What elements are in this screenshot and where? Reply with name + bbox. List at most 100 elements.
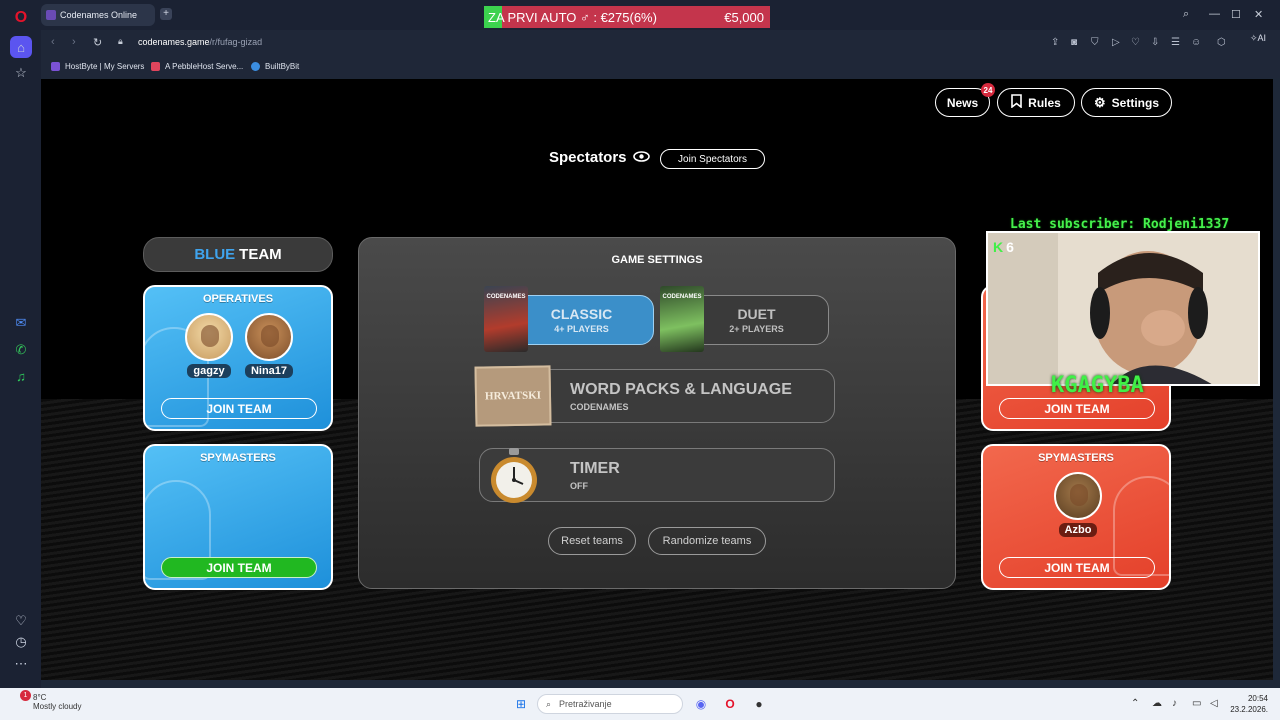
player-gagzy[interactable]: gagzy xyxy=(181,313,237,379)
url-path: /r/fufag-gizad xyxy=(209,37,263,47)
microphone-icon[interactable]: ♪ xyxy=(1172,698,1177,709)
opera-sidebar: O ⌂ ☆ ✉ ✆ ♫ ♡ ◷ ⋯ xyxy=(0,0,41,688)
bookmark-pebblehost[interactable]: A PebbleHost Serve... xyxy=(151,62,243,71)
streamer-tag-overlay: KGAGYBA xyxy=(1051,373,1144,398)
timer-title: TIMER xyxy=(570,460,620,477)
tab-codenames[interactable]: Codenames Online xyxy=(41,4,155,26)
spectators-heading: Spectators xyxy=(549,149,650,166)
windows-taskbar: 1 8°C Mostly cloudy ⊞ ⌕ Pretraživanje ◉ … xyxy=(0,688,1280,720)
rules-button[interactable]: Rules xyxy=(997,88,1075,117)
player-nina17[interactable]: Nina17 xyxy=(241,313,297,379)
temperature: 8°C xyxy=(33,693,47,702)
profile-icon[interactable]: ☺ xyxy=(1191,37,1201,48)
search-placeholder: Pretraživanje xyxy=(559,699,612,709)
blue-spymasters-join-button[interactable]: JOIN TEAM xyxy=(161,557,317,578)
duet-box-image: CODENAMES xyxy=(660,286,704,352)
system-clock[interactable]: 20:54 23.2.2026. xyxy=(1230,693,1268,715)
avatar xyxy=(185,313,233,361)
network-icon[interactable]: ▭ xyxy=(1192,698,1201,709)
news-button[interactable]: News 24 xyxy=(935,83,995,117)
opera-taskbar-icon[interactable]: O xyxy=(721,695,739,713)
reset-teams-button[interactable]: Reset teams xyxy=(548,527,636,555)
messenger-icon[interactable]: ✉ xyxy=(12,314,30,332)
volume-icon[interactable]: ◁ xyxy=(1210,698,1218,709)
home-icon[interactable]: ⌂ xyxy=(10,36,32,58)
camera-icon[interactable]: ◙ xyxy=(1071,37,1077,48)
aria-ai-button[interactable]: ✧AI xyxy=(1250,33,1266,44)
box-label: CODENAMES xyxy=(662,294,702,300)
word-packs-title: WORD PACKS & LANGUAGE xyxy=(570,381,792,398)
avatar xyxy=(1054,472,1102,520)
bookmark-label: BuiltByBit xyxy=(265,62,300,71)
minimize-icon[interactable]: — xyxy=(1209,8,1220,20)
tab-strip: Codenames Online + ZA PRVI AUTO ♂ : €275… xyxy=(41,0,1280,30)
mode-name: CLASSIC xyxy=(550,306,613,322)
taskbar-search[interactable]: ⌕ Pretraživanje xyxy=(537,694,683,714)
last-subscriber-overlay: Last subscriber: Rodjeni1337 xyxy=(1010,217,1230,232)
bookmark-hostbyte[interactable]: HostByte | My Servers xyxy=(51,62,144,71)
blue-spymasters-card: SPYMASTERS JOIN TEAM xyxy=(143,444,333,590)
search-tabs-icon[interactable]: ⌕ xyxy=(1183,8,1189,21)
k-counter-overlay: K6 xyxy=(993,239,1014,255)
mode-duet-button[interactable]: DUET 2+ PLAYERS xyxy=(684,295,829,345)
share-icon[interactable]: ⇪ xyxy=(1051,37,1059,48)
red-spymasters-title: SPYMASTERS xyxy=(1038,452,1114,464)
new-tab-button[interactable]: + xyxy=(160,8,172,20)
reload-icon[interactable]: ↻ xyxy=(93,36,102,49)
mode-name: DUET xyxy=(737,306,776,322)
game-settings-title: GAME SETTINGS xyxy=(611,254,703,266)
history-icon[interactable]: ◷ xyxy=(12,633,30,651)
url-field[interactable]: codenames.game/r/fufag-gizad xyxy=(138,37,262,47)
forward-icon[interactable]: › xyxy=(72,36,76,48)
discord-icon[interactable]: ◉ xyxy=(692,695,710,713)
whatsapp-icon[interactable]: ✆ xyxy=(12,341,30,359)
mode-players: 2+ PLAYERS xyxy=(729,324,784,334)
lock-icon: 🔒︎ xyxy=(118,36,123,46)
timer-status: OFF xyxy=(570,481,588,491)
spotify-icon[interactable]: ♫ xyxy=(12,367,30,385)
search-icon: ⌕ xyxy=(546,698,552,709)
shield-icon[interactable]: ⛉ xyxy=(1091,37,1099,48)
mode-classic-button[interactable]: CLASSIC 4+ PLAYERS xyxy=(509,295,654,345)
stopwatch-icon xyxy=(488,448,540,504)
red-operatives-join-button[interactable]: JOIN TEAM xyxy=(999,398,1155,419)
blue-team-header: BLUE TEAM xyxy=(143,237,333,272)
join-spectators-button[interactable]: Join Spectators xyxy=(660,149,765,169)
settings-button[interactable]: ⚙ Settings xyxy=(1081,88,1172,117)
spectators-label: Spectators xyxy=(549,149,627,166)
heart-icon[interactable]: ♡ xyxy=(1131,37,1140,48)
randomize-teams-button[interactable]: Randomize teams xyxy=(648,527,766,555)
clock-date: 23.2.2026. xyxy=(1230,705,1268,714)
weather-badge: 1 xyxy=(20,690,31,701)
bookmark-builtbybit[interactable]: BuiltByBit xyxy=(251,62,299,71)
red-spymasters-join-button[interactable]: JOIN TEAM xyxy=(999,557,1155,578)
extensions-icon[interactable]: ⬡ xyxy=(1217,37,1226,48)
promo-price: €5,000 xyxy=(724,9,764,25)
builtbybit-icon xyxy=(251,62,260,71)
more-icon[interactable]: ⋯ xyxy=(12,655,30,673)
player-azbo[interactable]: Azbo xyxy=(1050,472,1106,538)
settings-label: Settings xyxy=(1111,95,1159,110)
url-host: codenames.game xyxy=(138,37,210,47)
menu-icon[interactable]: ☰ xyxy=(1171,37,1180,48)
tab-title: Codenames Online xyxy=(60,10,138,20)
avatar xyxy=(245,313,293,361)
player-name: gagzy xyxy=(187,364,231,378)
weather-widget[interactable]: 1 8°C Mostly cloudy xyxy=(12,690,81,711)
play-icon[interactable]: ▷ xyxy=(1112,37,1120,48)
close-icon[interactable]: ✕ xyxy=(1254,8,1263,21)
maximize-icon[interactable]: ☐ xyxy=(1231,8,1241,21)
chevron-up-icon[interactable]: ⌃ xyxy=(1131,698,1139,709)
obs-icon[interactable]: ● xyxy=(750,695,768,713)
address-bar: ‹ › ↻ 🔒︎ codenames.game/r/fufag-gizad ⇪ … xyxy=(41,30,1280,56)
blue-operatives-join-button[interactable]: JOIN TEAM xyxy=(161,398,317,419)
back-icon[interactable]: ‹ xyxy=(51,36,55,48)
windows-start-icon[interactable]: ⊞ xyxy=(512,695,530,713)
opera-logo-icon[interactable]: O xyxy=(12,9,30,27)
cloud-icon[interactable]: ☁ xyxy=(1152,698,1162,709)
star-icon[interactable]: ☆ xyxy=(12,64,30,82)
blue-spymasters-title: SPYMASTERS xyxy=(200,452,276,464)
promo-text: ZA PRVI AUTO ♂ : €275(6%) xyxy=(488,9,657,25)
heart-icon[interactable]: ♡ xyxy=(12,612,30,630)
download-icon[interactable]: ⇩ xyxy=(1151,37,1159,48)
